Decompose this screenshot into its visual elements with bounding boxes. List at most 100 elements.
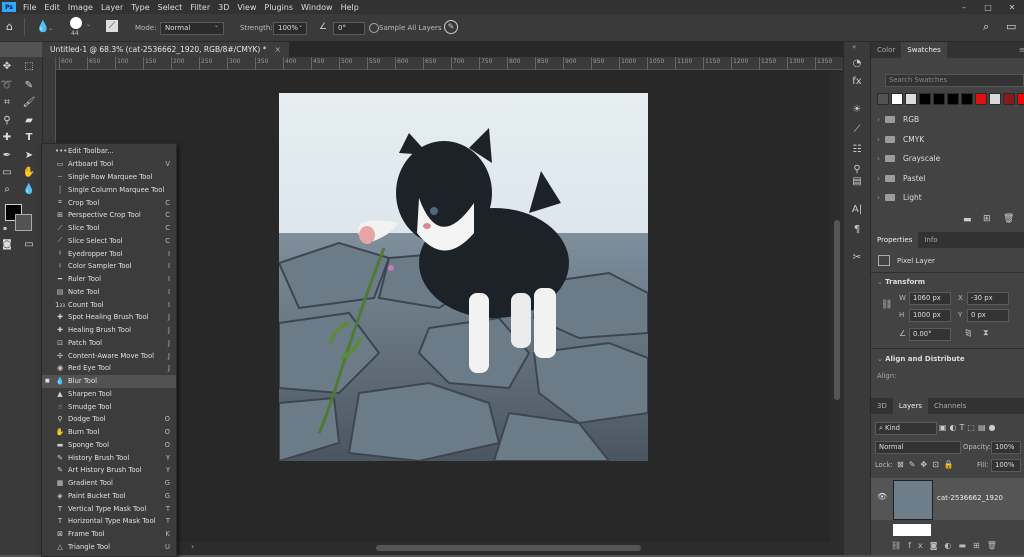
close-tab-icon[interactable]: × <box>274 45 280 54</box>
tool-item-perspective-crop-tool[interactable]: ⊞ Perspective Crop Tool C <box>42 209 176 222</box>
tool-item-color-sampler-tool[interactable]: ⟊ Color Sampler Tool I <box>42 260 176 273</box>
height-input[interactable]: 1000 px <box>909 309 951 322</box>
tool-item-slice-select-tool[interactable]: ⟋ Slice Select Tool C <box>42 235 176 248</box>
swatch[interactable] <box>933 93 945 105</box>
path-selection-tool-icon[interactable]: ➤ <box>22 148 36 162</box>
menu-window[interactable]: Window <box>301 3 333 12</box>
rectangle-tool-icon[interactable]: ▭ <box>0 165 14 179</box>
tab-channels[interactable]: Channels <box>928 398 972 414</box>
actions-icon[interactable]: ▤ <box>850 174 864 188</box>
tools-panel-icon[interactable]: ✂ <box>850 250 864 264</box>
eraser-tool-icon[interactable]: ▰ <box>22 113 36 127</box>
swatch[interactable] <box>989 93 1001 105</box>
tab-swatches[interactable]: Swatches <box>901 42 947 58</box>
align-distribute-section[interactable]: ⌄ Align and Distribute <box>877 355 965 363</box>
crop-tool-icon[interactable]: ⌗ <box>0 95 14 109</box>
rotation-input[interactable]: 0.00° <box>909 328 951 341</box>
tool-item-healing-brush-tool[interactable]: ✚ Healing Brush Tool J <box>42 324 176 337</box>
menu-plugins[interactable]: Plugins <box>264 3 293 12</box>
tool-item-count-tool[interactable]: 1₂₃ Count Tool I <box>42 298 176 311</box>
swatch[interactable] <box>1003 93 1015 105</box>
swatch[interactable] <box>877 93 889 105</box>
swatch[interactable] <box>961 93 973 105</box>
chevron-right-icon[interactable]: › <box>877 174 885 183</box>
swatch-group-rgb[interactable]: › RGB <box>877 115 919 124</box>
collapse-icon[interactable]: « <box>852 43 856 51</box>
brush-preview-icon[interactable] <box>70 17 82 29</box>
delete-swatch-icon[interactable]: 🗑 <box>1003 214 1014 224</box>
menu-type[interactable]: Type <box>131 3 149 12</box>
tool-item-slice-tool[interactable]: ⟋ Slice Tool C <box>42 222 176 235</box>
layer-row[interactable]: 👁 cat-2536662_1920 <box>871 478 1024 520</box>
layer-filter-icons[interactable]: ▣◐T⬚▤● <box>939 423 999 432</box>
tool-item-burn-tool[interactable]: ✋ Burn Tool O <box>42 426 176 439</box>
swatch[interactable] <box>919 93 931 105</box>
tool-item-crop-tool[interactable]: ⌗ Crop Tool C <box>42 196 176 209</box>
tab-color[interactable]: Color <box>871 42 901 58</box>
chevron-right-icon[interactable]: › <box>877 115 885 124</box>
tab-info[interactable]: Info <box>918 232 943 248</box>
tool-item-triangle-tool[interactable]: △ Triangle Tool U <box>42 541 176 554</box>
paragraph-icon[interactable]: ¶ <box>850 222 864 236</box>
angle-input[interactable]: 0° <box>333 22 365 35</box>
swatch-group-pastel[interactable]: › Pastel <box>877 174 925 183</box>
opacity-input[interactable]: 100% <box>991 441 1021 454</box>
swatch-group-cmyk[interactable]: › CMYK <box>877 135 924 144</box>
brush-picker-chevron-icon[interactable]: ⌄ <box>86 21 91 28</box>
brush-settings-icon[interactable]: ⟋ <box>106 20 118 32</box>
close-window-button[interactable]: ✕ <box>1000 3 1024 12</box>
mode-chevron-icon[interactable]: ⌄ <box>214 22 219 29</box>
tool-item-history-brush-tool[interactable]: ✎ History Brush Tool Y <box>42 451 176 464</box>
move-tool-icon[interactable]: ✥ <box>0 59 14 73</box>
tool-item-horizontal-type-mask-tool[interactable]: T Horizontal Type Mask Tool T <box>42 515 176 528</box>
menu-select[interactable]: Select <box>158 3 183 12</box>
menu-filter[interactable]: Filter <box>190 3 210 12</box>
chevron-down-icon[interactable]: ⌄ <box>48 25 53 32</box>
new-group-icon[interactable]: ▬ <box>963 215 972 225</box>
background-layer-thumbnail[interactable] <box>893 524 931 536</box>
swatch-group-light[interactable]: › Light <box>877 193 922 202</box>
swatch[interactable] <box>891 93 903 105</box>
tool-item-artboard-tool[interactable]: ▭ Artboard Tool V <box>42 158 176 171</box>
blend-mode-select[interactable]: Normal <box>875 441 961 454</box>
flip-vertical-icon[interactable]: ⧗ <box>983 328 989 338</box>
default-colors-icon[interactable]: ▪ <box>3 225 7 232</box>
blur-tool-icon[interactable]: 💧 <box>22 182 36 196</box>
width-input[interactable]: 1060 px <box>909 292 951 305</box>
tool-item-vertical-type-mask-tool[interactable]: T Vertical Type Mask Tool T <box>42 502 176 515</box>
marquee-tool-icon[interactable]: ⬚ <box>22 59 36 73</box>
layers-bottom-toolbar[interactable]: ⛓fx◙◐▬⊞🗑 <box>891 541 1004 550</box>
hand-tool-icon[interactable]: ✋ <box>22 165 36 179</box>
vertical-scroll-thumb[interactable] <box>834 220 840 400</box>
brush-settings-panel-icon[interactable]: ⟋ <box>850 122 864 136</box>
tab-properties[interactable]: Properties <box>871 232 919 248</box>
tool-item-ruler-tool[interactable]: ━ Ruler Tool I <box>42 273 176 286</box>
character-icon[interactable]: A| <box>850 202 864 216</box>
histogram-icon[interactable]: fx <box>850 74 864 88</box>
chevron-right-icon[interactable]: › <box>877 193 885 202</box>
brush-tool-icon[interactable]: 🖌 <box>22 95 36 109</box>
lock-icons[interactable]: ⊠✎✥⊡🔒 <box>897 460 959 469</box>
tool-item-eyedropper-tool[interactable]: ⟊ Eyedropper Tool I <box>42 247 176 260</box>
tool-item-gradient-tool[interactable]: ▦ Gradient Tool G <box>42 477 176 490</box>
menu-edit[interactable]: Edit <box>44 3 60 12</box>
flip-horizontal-icon[interactable]: ⧎ <box>965 328 972 337</box>
menu-layer[interactable]: Layer <box>101 3 123 12</box>
tab-3d[interactable]: 3D <box>871 398 893 414</box>
transform-section[interactable]: ⌄ Transform <box>877 278 925 286</box>
tool-item-blur-tool[interactable]: ■ 💧 Blur Tool <box>42 374 176 388</box>
tool-item-note-tool[interactable]: ▤ Note Tool I <box>42 286 176 299</box>
swatches-search-input[interactable]: Search Swatches <box>885 74 1024 87</box>
panel-menu-icon[interactable]: ≡ <box>1019 46 1024 54</box>
healing-tool-icon[interactable]: ✚ <box>0 130 14 144</box>
minimize-button[interactable]: – <box>952 3 976 12</box>
home-icon[interactable]: ⌂ <box>6 20 13 33</box>
layer-filter-kind[interactable]: ⌕ Kind <box>875 422 937 435</box>
color-icon[interactable]: ◔ <box>850 56 864 70</box>
swatch[interactable] <box>905 93 917 105</box>
tool-item-single-row-marquee-tool[interactable]: ┄ Single Row Marquee Tool <box>42 171 176 184</box>
visibility-eye-icon[interactable]: 👁 <box>877 492 887 501</box>
chevron-right-icon[interactable]: › <box>877 135 885 144</box>
menu-help[interactable]: Help <box>341 3 359 12</box>
y-input[interactable]: 0 px <box>967 309 1009 322</box>
